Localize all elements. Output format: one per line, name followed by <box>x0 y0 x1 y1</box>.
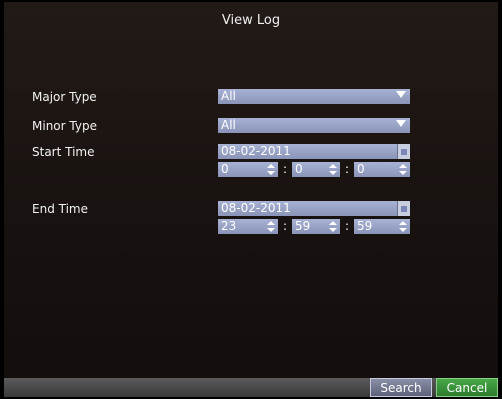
calendar-icon[interactable] <box>397 201 410 216</box>
chevron-down-icon[interactable] <box>396 91 406 98</box>
start-hour-value: 0 <box>221 162 229 176</box>
spinner-arrows-icon[interactable] <box>399 164 407 175</box>
start-second-value: 0 <box>357 162 365 176</box>
dialog-title: View Log <box>221 13 281 28</box>
end-minute-spinner[interactable]: 59 <box>292 219 340 234</box>
start-date-field[interactable]: 08-02-2011 <box>218 144 410 159</box>
minor-type-value: All <box>221 118 236 132</box>
view-log-dialog: View Log Major Type All Minor Type All S… <box>4 2 498 397</box>
spinner-arrows-icon[interactable] <box>329 164 337 175</box>
end-minute-value: 59 <box>295 219 311 233</box>
cancel-button[interactable]: Cancel <box>436 378 498 397</box>
spinner-arrows-icon[interactable] <box>329 221 337 232</box>
start-time-label: Start Time <box>32 145 95 159</box>
start-minute-spinner[interactable]: 0 <box>292 162 340 177</box>
major-type-value: All <box>221 89 236 103</box>
search-button[interactable]: Search <box>370 378 432 397</box>
minor-type-label: Minor Type <box>32 119 97 133</box>
start-second-spinner[interactable]: 0 <box>354 162 410 177</box>
chevron-down-icon[interactable] <box>396 120 406 127</box>
calendar-icon[interactable] <box>397 144 410 159</box>
start-hour-spinner[interactable]: 0 <box>218 162 278 177</box>
end-time-label: End Time <box>32 202 88 216</box>
minor-type-select[interactable]: All <box>218 118 410 133</box>
spinner-arrows-icon[interactable] <box>399 221 407 232</box>
time-separator: : <box>345 162 350 176</box>
end-second-value: 59 <box>357 219 373 233</box>
end-hour-spinner[interactable]: 23 <box>218 219 278 234</box>
start-date-value: 08-02-2011 <box>221 144 291 158</box>
start-minute-value: 0 <box>295 162 303 176</box>
major-type-label: Major Type <box>32 90 97 104</box>
end-hour-value: 23 <box>221 219 237 233</box>
time-separator: : <box>345 219 350 233</box>
end-date-value: 08-02-2011 <box>221 201 291 215</box>
dvr-screen: View Log Major Type All Minor Type All S… <box>0 0 502 399</box>
end-second-spinner[interactable]: 59 <box>354 219 410 234</box>
spinner-arrows-icon[interactable] <box>267 221 275 232</box>
spinner-arrows-icon[interactable] <box>267 164 275 175</box>
time-separator: : <box>283 219 288 233</box>
end-time-row: 23 : 59 : 59 <box>218 219 410 234</box>
start-time-row: 0 : 0 : 0 <box>218 162 410 177</box>
time-separator: : <box>283 162 288 176</box>
major-type-select[interactable]: All <box>218 89 410 104</box>
end-date-field[interactable]: 08-02-2011 <box>218 201 410 216</box>
